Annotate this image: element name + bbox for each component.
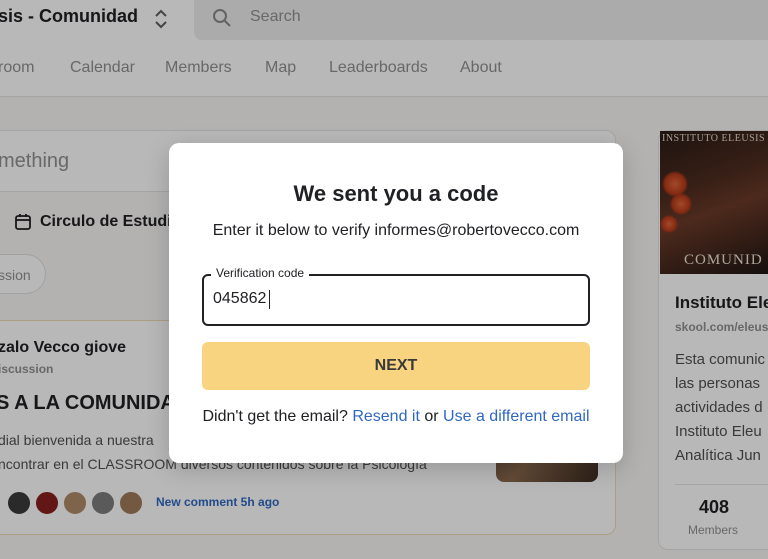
verification-dialog: We sent you a code Enter it below to ver… xyxy=(169,143,623,463)
text-cursor xyxy=(269,290,270,309)
or-text: or xyxy=(424,408,439,425)
verification-code-label: Verification code xyxy=(211,266,310,280)
resend-prefix: Didn't get the email? xyxy=(202,408,348,425)
next-button[interactable]: NEXT xyxy=(202,342,590,390)
dialog-title: We sent you a code xyxy=(293,181,499,206)
verification-code-input[interactable] xyxy=(213,287,573,311)
resend-link[interactable]: Resend it xyxy=(352,408,420,425)
resend-line: Didn't get the email? Resend it or Use a… xyxy=(169,408,623,426)
dialog-subtitle: Enter it below to verify informes@robert… xyxy=(212,222,580,239)
different-email-link[interactable]: Use a different email xyxy=(443,408,589,425)
